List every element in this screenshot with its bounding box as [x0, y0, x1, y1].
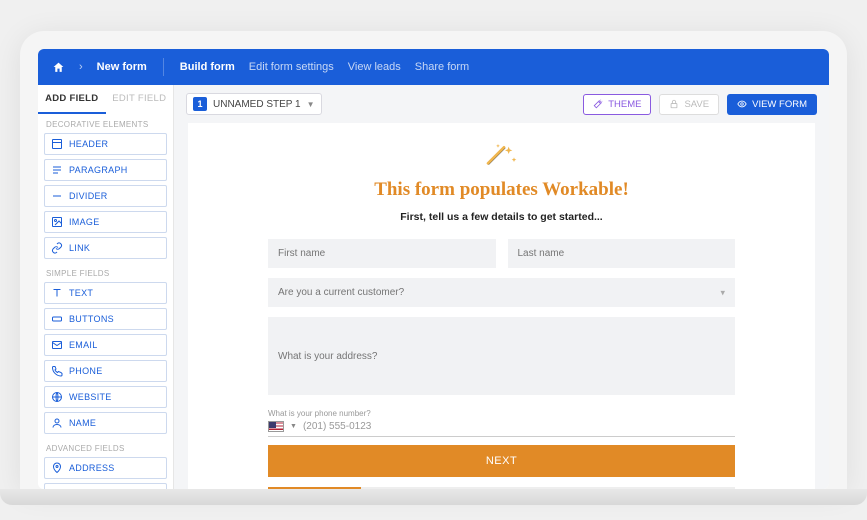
field-link[interactable]: LINK — [44, 237, 167, 259]
checkboxes-icon — [51, 488, 63, 489]
top-navbar: › New form Build form Edit form settings… — [38, 49, 829, 85]
field-email[interactable]: EMAIL — [44, 334, 167, 356]
website-icon — [51, 391, 63, 403]
sidebar-tabs: ADD FIELD EDIT FIELD — [38, 85, 173, 114]
image-icon — [51, 216, 63, 228]
laptop-frame: › New form Build form Edit form settings… — [20, 31, 847, 489]
caret-down-icon[interactable]: ▼ — [290, 423, 297, 430]
field-address[interactable]: ADDRESS — [44, 457, 167, 479]
canvas: 1 UNNAMED STEP 1 ▼ THEME SAVE VIEW FORM — [174, 85, 829, 489]
email-icon — [51, 339, 63, 351]
form-preview: This form populates Workable! First, tel… — [188, 123, 815, 489]
field-buttons[interactable]: BUTTONS — [44, 308, 167, 330]
nav-edit-settings[interactable]: Edit form settings — [249, 61, 334, 73]
field-text[interactable]: TEXT — [44, 282, 167, 304]
address-input[interactable] — [268, 317, 735, 395]
home-icon[interactable] — [52, 61, 65, 74]
step-selector[interactable]: 1 UNNAMED STEP 1 ▼ — [186, 93, 322, 115]
caret-down-icon: ▼ — [307, 100, 315, 109]
buttons-icon — [51, 313, 63, 325]
last-name-input[interactable] — [508, 239, 736, 268]
nav-view-leads[interactable]: View leads — [348, 61, 401, 73]
field-phone[interactable]: PHONE — [44, 360, 167, 382]
workspace: ADD FIELD EDIT FIELD DECORATIVE ELEMENTS… — [38, 85, 829, 489]
tab-add-field[interactable]: ADD FIELD — [38, 85, 106, 114]
header-icon — [51, 138, 63, 150]
step-label: UNNAMED STEP 1 — [213, 99, 301, 110]
progress-bar — [268, 487, 735, 489]
eye-icon — [737, 99, 747, 109]
phone-icon — [51, 365, 63, 377]
field-image[interactable]: IMAGE — [44, 211, 167, 233]
field-website[interactable]: WEBSITE — [44, 386, 167, 408]
link-icon — [51, 242, 63, 254]
divider-icon — [51, 190, 63, 202]
phone-input[interactable]: (201) 555-0123 — [303, 421, 735, 432]
field-header[interactable]: HEADER — [44, 133, 167, 155]
theme-button[interactable]: THEME — [583, 94, 651, 115]
chevron-right-icon: › — [79, 61, 83, 73]
step-number-badge: 1 — [193, 97, 207, 111]
form-title: This form populates Workable! — [374, 179, 629, 201]
section-decorative: DECORATIVE ELEMENTS — [38, 114, 173, 133]
save-button: SAVE — [659, 94, 719, 115]
section-advanced: ADVANCED FIELDS — [38, 438, 173, 457]
lock-icon — [669, 99, 679, 109]
canvas-toolbar: 1 UNNAMED STEP 1 ▼ THEME SAVE VIEW FORM — [174, 85, 829, 123]
first-name-input[interactable] — [268, 239, 496, 268]
next-button[interactable]: NEXT — [268, 445, 735, 477]
field-paragraph[interactable]: PARAGRAPH — [44, 159, 167, 181]
field-checkboxes[interactable]: CHECKBOXES — [44, 483, 167, 489]
us-flag-icon[interactable] — [268, 421, 284, 432]
section-simple: SIMPLE FIELDS — [38, 263, 173, 282]
nav-share-form[interactable]: Share form — [415, 61, 469, 73]
view-form-button[interactable]: VIEW FORM — [727, 94, 817, 115]
navbar-divider — [163, 58, 164, 76]
phone-field: What is your phone number? ▼ (201) 555-0… — [268, 409, 735, 437]
customer-select[interactable] — [268, 278, 735, 307]
form-subtitle: First, tell us a few details to get star… — [400, 211, 602, 223]
phone-label: What is your phone number? — [268, 409, 735, 418]
breadcrumb-current: New form — [97, 61, 147, 73]
field-name[interactable]: NAME — [44, 412, 167, 434]
text-icon — [51, 287, 63, 299]
sidebar: ADD FIELD EDIT FIELD DECORATIVE ELEMENTS… — [38, 85, 174, 489]
name-icon — [51, 417, 63, 429]
app-screen: › New form Build form Edit form settings… — [38, 49, 829, 489]
tab-edit-field[interactable]: EDIT FIELD — [106, 85, 174, 114]
magic-wand-icon — [482, 141, 522, 171]
field-divider[interactable]: DIVIDER — [44, 185, 167, 207]
nav-build-form[interactable]: Build form — [180, 61, 235, 73]
wand-icon — [593, 99, 603, 109]
address-icon — [51, 462, 63, 474]
paragraph-icon — [51, 164, 63, 176]
